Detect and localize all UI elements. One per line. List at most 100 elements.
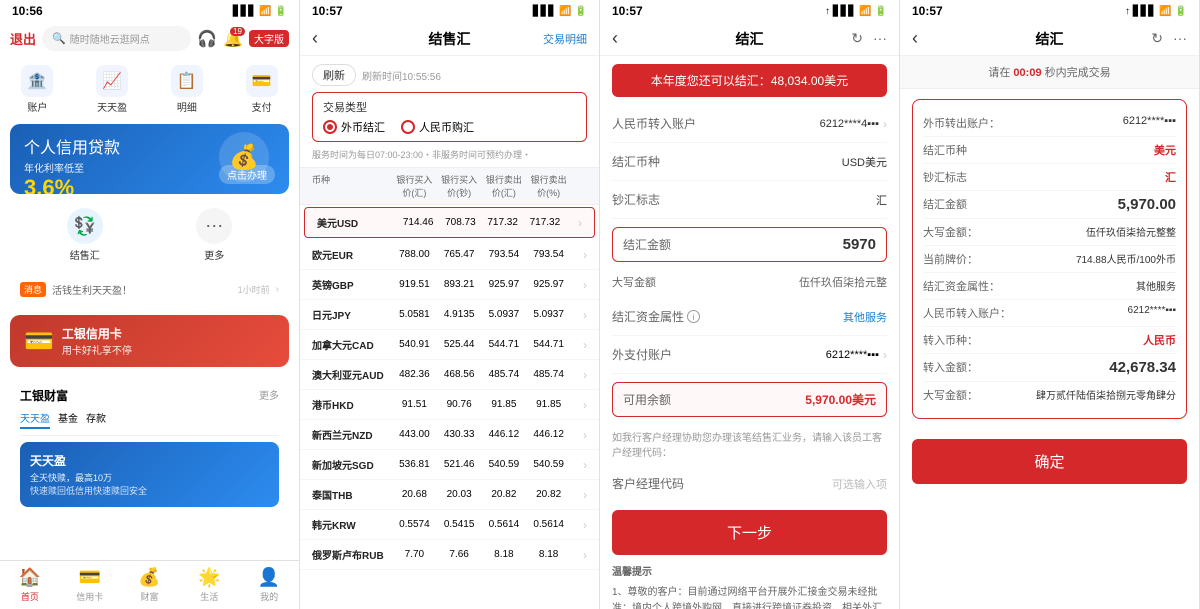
refresh-icon[interactable]: ↻ <box>851 30 863 47</box>
bottom-home-label: 首页 <box>21 590 39 603</box>
wealth-tab-tiantiany[interactable]: 天天盈 <box>20 410 50 429</box>
mark-field: 钞汇标志 汇 <box>612 181 887 219</box>
table-row-rub[interactable]: 俄罗斯卢布RUB 7.70 7.66 8.18 8.18 › <box>300 540 599 570</box>
wealth-tab-deposit[interactable]: 存款 <box>86 410 106 429</box>
radio-sell[interactable] <box>323 120 337 134</box>
p2-header: ‹ 结售汇 交易明细 <box>300 22 599 56</box>
confirm-row-mark: 钞汇标志 汇 <box>923 164 1176 191</box>
quick-more[interactable]: ⋯ 更多 <box>196 208 232 262</box>
quick-jsh-label: 结售汇 <box>70 247 100 262</box>
quota-banner: 本年度您还可以结汇：48,034.00美元 <box>612 64 887 97</box>
mark-label: 钞汇标志 <box>612 191 692 208</box>
confirm-value-rate: 714.88人民币/100外币 <box>1076 251 1176 266</box>
next-button[interactable]: 下一步 <box>612 510 887 555</box>
wifi-icon-3: 📶 <box>859 6 871 17</box>
nav-pay[interactable]: 💳 支付 <box>246 65 278 114</box>
p4-refresh-icon[interactable]: ↻ <box>1151 30 1163 47</box>
sell-c-nzd: 446.12 <box>526 429 571 440</box>
headphone-icon[interactable]: 🎧 <box>197 29 217 49</box>
col-sell-h: 银行卖出价(汇) <box>482 173 527 199</box>
status-bar-2: 10:57 ▋▋▋ 📶 🔋 <box>300 0 599 22</box>
balance-field: 可用余额 5,970.00美元 <box>612 382 887 417</box>
bottom-credit[interactable]: 💳 信用卡 <box>60 567 120 603</box>
option-sell[interactable]: 外币结汇 <box>323 119 385 135</box>
nav-pay-label: 支付 <box>252 99 272 114</box>
chevron-eur: › <box>571 248 587 262</box>
confirm-value-currency: 美元 <box>1154 142 1176 158</box>
notification-icon[interactable]: 🔔19 <box>223 29 243 49</box>
status-bar-1: 10:56 ▋▋▋ 📶 🔋 <box>0 0 299 22</box>
wealth-tab-fund[interactable]: 基金 <box>58 410 78 429</box>
bottom-life[interactable]: 🌟 生活 <box>179 567 239 603</box>
search-box[interactable]: 🔍 随时随地云逛网点 <box>42 26 191 51</box>
table-row-nzd[interactable]: 新西兰元NZD 443.00 430.33 446.12 446.12 › <box>300 420 599 450</box>
wealth-more[interactable]: 更多 <box>259 387 279 404</box>
table-row-jpy[interactable]: 日元JPY 5.0581 4.9135 5.0937 5.0937 › <box>300 300 599 330</box>
confirm-label-amount: 结汇金额 <box>923 196 1013 212</box>
exit-button[interactable]: 退出 <box>10 29 36 48</box>
manager-input[interactable]: 可选输入项 <box>832 476 887 492</box>
more-dots-icon[interactable]: ··· <box>873 30 887 47</box>
nav-account[interactable]: 🏦 账户 <box>21 65 53 114</box>
p4-back-button[interactable]: ‹ <box>912 28 918 49</box>
attr-info-icon[interactable]: i <box>687 310 700 323</box>
buy-h-krw: 0.5574 <box>392 519 437 530</box>
status-icons-4: ↑ ▋▋▋ 📶 🔋 <box>1125 6 1187 17</box>
battery-icon-2: 🔋 <box>575 6 587 17</box>
wealth-icon: 💰 <box>138 567 160 588</box>
search-icon: 🔍 <box>52 32 66 45</box>
user-badge[interactable]: 大字版 <box>249 30 289 47</box>
attr-field: 结汇资金属性 i 其他服务 <box>612 298 887 336</box>
table-row-sgd[interactable]: 新加坡元SGD 536.81 521.46 540.59 540.59 › <box>300 450 599 480</box>
quick-jsh[interactable]: 💱 结售汇 <box>67 208 103 262</box>
chevron-hkd: › <box>571 398 587 412</box>
chevron-nzd: › <box>571 428 587 442</box>
attr-link[interactable]: 其他服务 <box>843 309 887 325</box>
more-icon: ⋯ <box>196 208 232 244</box>
p3-back-button[interactable]: ‹ <box>612 28 618 49</box>
type-label: 交易类型 <box>323 99 576 115</box>
status-icons-2: ▋▋▋ 📶 🔋 <box>533 6 587 17</box>
table-row-eur[interactable]: 欧元EUR 788.00 765.47 793.54 793.54 › <box>300 240 599 270</box>
confirm-details-box: 外币转出账户： 6212****▪▪▪ 结汇币种 美元 钞汇标志 汇 结汇金额 … <box>912 99 1187 419</box>
option-buy[interactable]: 人民币购汇 <box>401 119 474 135</box>
p4-more-icon[interactable]: ··· <box>1173 30 1187 47</box>
buy-c-nzd: 430.33 <box>437 429 482 440</box>
quota-text: 本年度您还可以结汇：48,034.00美元 <box>651 74 848 88</box>
bottom-credit-label: 信用卡 <box>76 590 103 603</box>
table-row-hkd[interactable]: 港币HKD 91.51 90.76 91.85 91.85 › <box>300 390 599 420</box>
amount-field: 结汇金额 5970 <box>612 227 887 262</box>
confirm-value-in-amount: 42,678.34 <box>1109 359 1176 376</box>
signal-icon-3: ▋▋▋ <box>833 6 856 17</box>
table-row-thb[interactable]: 泰国THB 20.68 20.03 20.82 20.82 › <box>300 480 599 510</box>
currency-krw: 韩元KRW <box>312 517 392 532</box>
table-row-chf[interactable]: 瑞士法郎CHF 825.00 801.41 830.80 830.80 › <box>300 570 599 575</box>
refresh-button[interactable]: 刷新 <box>312 64 356 86</box>
confirm-label-account: 外币转出账户： <box>923 115 1013 131</box>
amount-value[interactable]: 5970 <box>843 236 876 253</box>
rate-table: 美元USD 714.46 708.73 717.32 717.32 › 欧元EU… <box>300 205 599 575</box>
table-row-krw[interactable]: 韩元KRW 0.5574 0.5415 0.5614 0.5614 › <box>300 510 599 540</box>
table-row-aud[interactable]: 澳大利亚元AUD 482.36 468.56 485.74 485.74 › <box>300 360 599 390</box>
p2-back-button[interactable]: ‹ <box>312 28 318 49</box>
bottom-mine-label: 我的 <box>260 590 278 603</box>
buy-c-rub: 7.66 <box>437 549 482 560</box>
wealth-title: 工银财富 <box>20 387 68 404</box>
nav-detail[interactable]: 📋 明细 <box>171 65 203 114</box>
chevron-sgd: › <box>571 458 587 472</box>
radio-buy[interactable] <box>401 120 415 134</box>
bottom-home[interactable]: 🏠 首页 <box>0 567 60 603</box>
bottom-wealth[interactable]: 💰 财富 <box>120 567 180 603</box>
transfer-account-label: 人民币转入账户 <box>612 115 696 132</box>
confirm-label-in-account: 人民币转入账户： <box>923 305 1013 321</box>
main-nav: 🏦 账户 📈 天天盈 📋 明细 💳 支付 <box>0 57 299 118</box>
bottom-mine[interactable]: 👤 我的 <box>239 567 299 603</box>
nav-tiantiany[interactable]: 📈 天天盈 <box>96 65 128 114</box>
confirm-button[interactable]: 确定 <box>912 439 1187 484</box>
manager-field: 客户经理代码 可选输入项 <box>612 467 887 500</box>
table-row-gbp[interactable]: 英镑GBP 919.51 893.21 925.97 925.97 › <box>300 270 599 300</box>
table-row-usd[interactable]: 美元USD 714.46 708.73 717.32 717.32 › <box>304 207 595 238</box>
confirm-row-currency: 结汇币种 美元 <box>923 137 1176 164</box>
p2-transaction-link[interactable]: 交易明细 <box>543 31 587 47</box>
table-row-cad[interactable]: 加拿大元CAD 540.91 525.44 544.71 544.71 › <box>300 330 599 360</box>
